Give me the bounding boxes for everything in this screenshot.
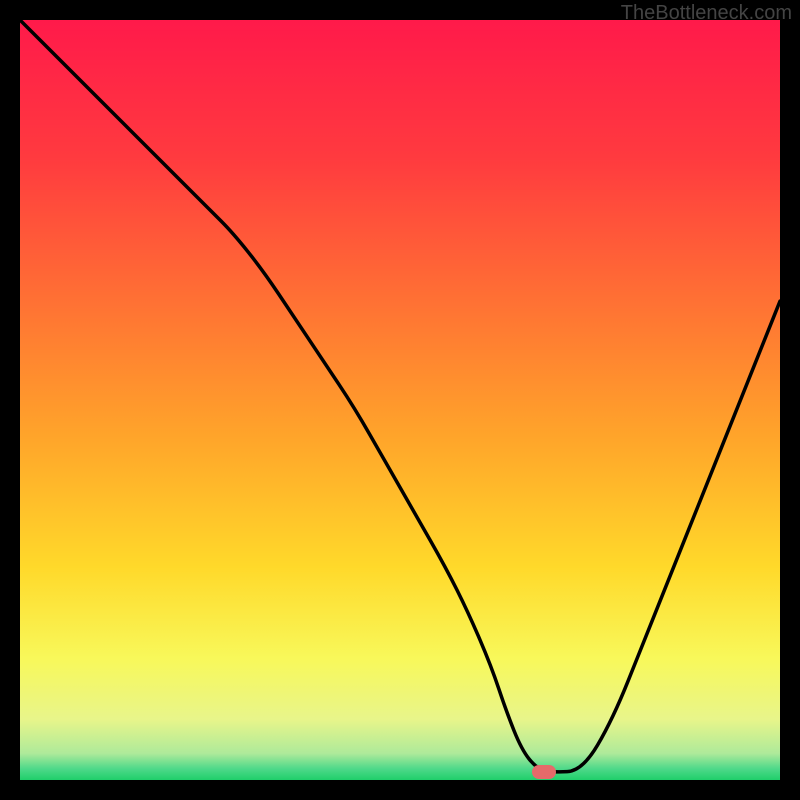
- optimal-point-marker: [532, 765, 556, 779]
- bottleneck-curve: [20, 20, 780, 772]
- plot-area: [20, 20, 780, 780]
- watermark-text: TheBottleneck.com: [621, 2, 792, 25]
- curve-layer: [20, 20, 780, 780]
